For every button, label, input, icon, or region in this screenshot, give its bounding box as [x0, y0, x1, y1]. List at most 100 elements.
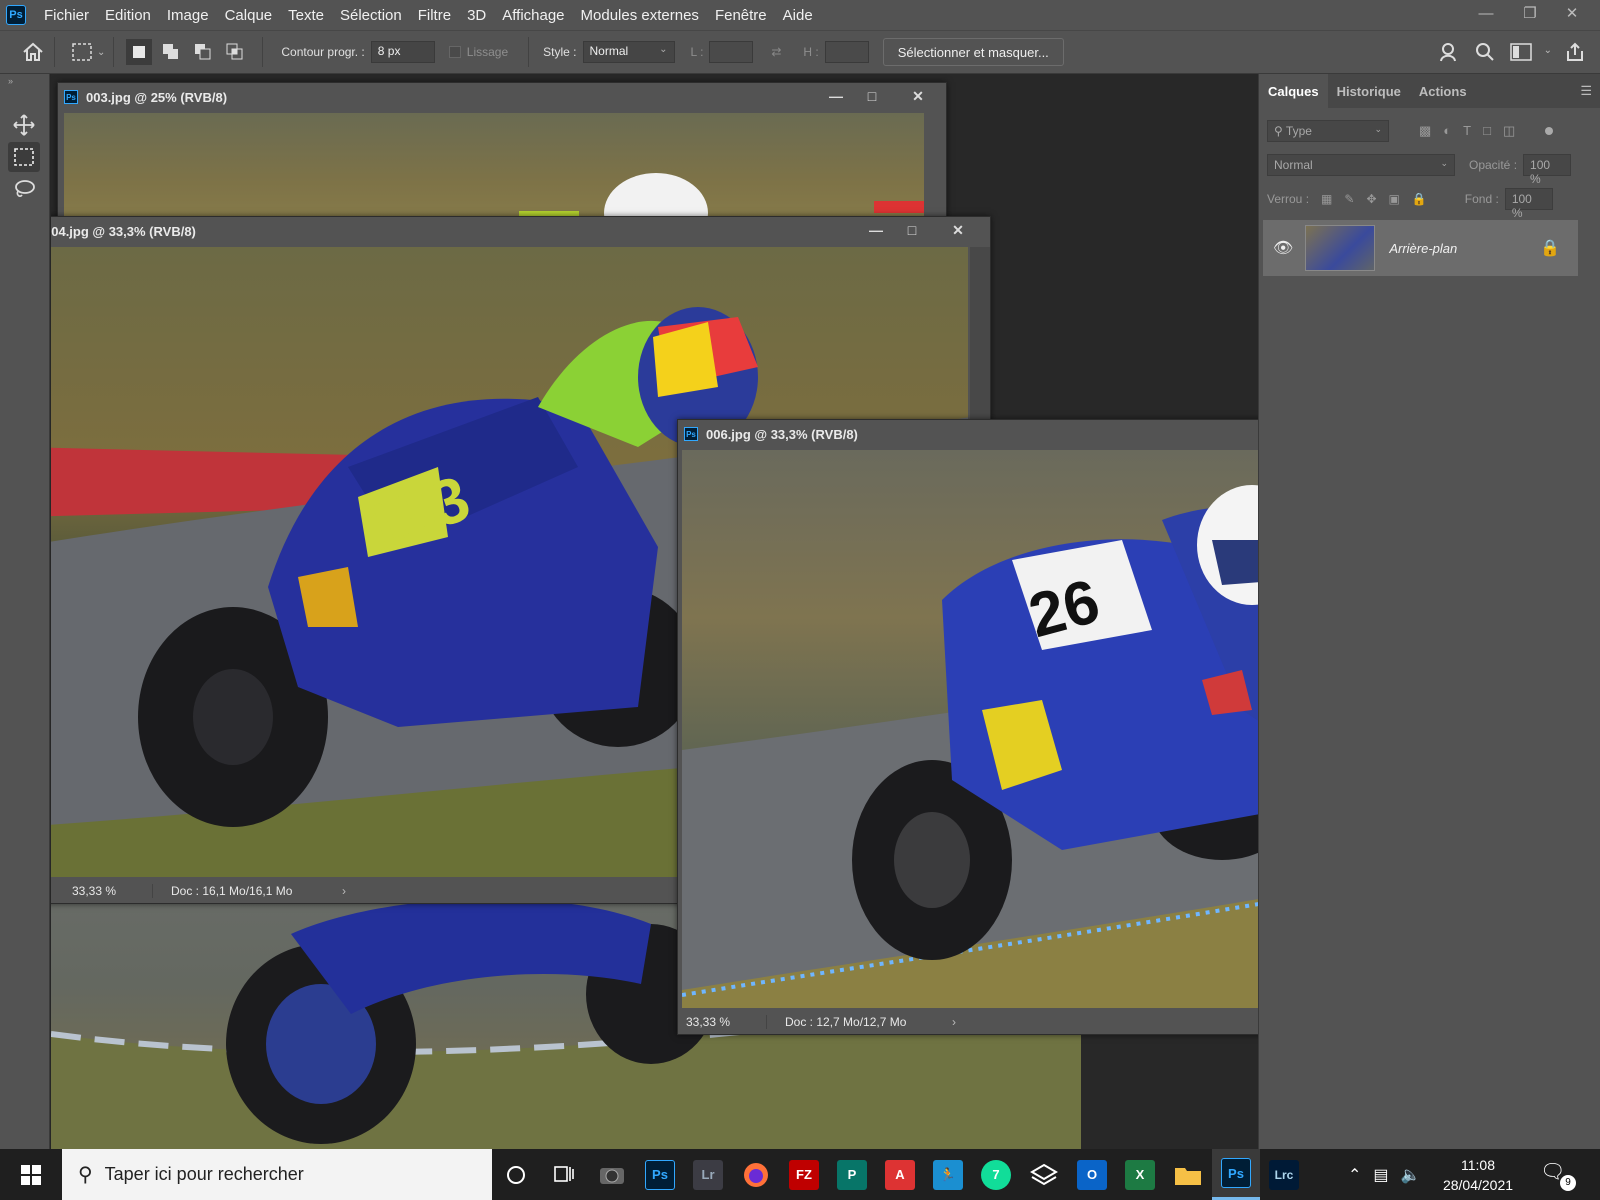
- lock-all-icon[interactable]: 🔒: [1412, 192, 1427, 206]
- intersect-selection-icon[interactable]: [222, 39, 248, 65]
- filter-toggle-icon[interactable]: [1545, 127, 1554, 135]
- learn-icon[interactable]: [1436, 39, 1462, 65]
- task-view-icon[interactable]: [540, 1149, 588, 1200]
- layer-filter-select[interactable]: ⚲ Type ⌄: [1267, 120, 1389, 142]
- taskbar-layers-app[interactable]: [1020, 1149, 1068, 1200]
- volume-icon[interactable]: 🔈: [1401, 1165, 1421, 1185]
- menu-image[interactable]: Image: [159, 7, 217, 24]
- zoom-level[interactable]: 33,33 %: [72, 884, 152, 898]
- home-icon[interactable]: [20, 39, 46, 65]
- restore-app-button[interactable]: ❐: [1510, 0, 1550, 26]
- document-titlebar[interactable]: Ps 004.jpg @ 33,3% (RVB/8) — □ ✕: [51, 217, 990, 245]
- clock[interactable]: 11:08 28/04/2021: [1436, 1155, 1520, 1195]
- panel-tabs: Calques Historique Actions ☰: [1259, 74, 1600, 108]
- close-app-button[interactable]: ✕: [1552, 0, 1592, 26]
- fill-input[interactable]: 100 %: [1504, 188, 1553, 220]
- menu-fichier[interactable]: Fichier: [36, 7, 97, 24]
- tab-calques[interactable]: Calques: [1259, 74, 1328, 108]
- type-filter-icon[interactable]: T: [1463, 123, 1471, 139]
- taskbar-acrobat[interactable]: A: [876, 1149, 924, 1200]
- menu-aide[interactable]: Aide: [775, 7, 821, 24]
- antialias-checkbox[interactable]: [448, 46, 461, 58]
- zoom-level[interactable]: 33,33 %: [686, 1015, 766, 1029]
- shape-filter-icon[interactable]: □: [1483, 123, 1491, 139]
- lasso-tool-icon[interactable]: [8, 174, 40, 204]
- tab-historique[interactable]: Historique: [1328, 74, 1410, 108]
- taskbar-figure-app[interactable]: 🏃: [924, 1149, 972, 1200]
- menu-affichage[interactable]: Affichage: [494, 7, 572, 24]
- menu-3d[interactable]: 3D: [459, 7, 494, 24]
- subtract-selection-icon[interactable]: [190, 39, 216, 65]
- taskbar-excel[interactable]: X: [1116, 1149, 1164, 1200]
- workspace-icon[interactable]: [1508, 39, 1534, 65]
- taskbar-publisher[interactable]: P: [828, 1149, 876, 1200]
- new-selection-icon[interactable]: [126, 39, 153, 65]
- taskbar-lightroom[interactable]: Lrc: [1260, 1149, 1308, 1200]
- menu-texte[interactable]: Texte: [280, 7, 332, 24]
- excel-icon: X: [1125, 1159, 1155, 1190]
- chevron-up-icon[interactable]: ⌃: [1348, 1165, 1361, 1185]
- maximize-button[interactable]: □: [894, 219, 930, 241]
- marquee-preset-icon[interactable]: [69, 39, 95, 65]
- canvas-006[interactable]: 26: [682, 450, 1258, 1008]
- blend-mode-select[interactable]: Normal ⌄: [1267, 154, 1455, 176]
- chevron-down-icon[interactable]: ⌄: [1544, 45, 1552, 65]
- feather-input[interactable]: 8 px: [370, 41, 435, 63]
- eye-icon[interactable]: 👁: [1273, 238, 1293, 258]
- maximize-button[interactable]: □: [854, 85, 890, 107]
- tab-actions[interactable]: Actions: [1410, 74, 1476, 108]
- cortana-icon[interactable]: [492, 1149, 540, 1200]
- minimize-button[interactable]: —: [858, 219, 894, 241]
- windows-start-icon[interactable]: [6, 1149, 56, 1200]
- menu-selection[interactable]: Sélection: [332, 7, 410, 24]
- outlook-icon: O: [1077, 1159, 1107, 1190]
- lock-artboard-icon[interactable]: ▣: [1389, 192, 1400, 206]
- document-titlebar[interactable]: Ps 006.jpg @ 33,3% (RVB/8) — □ ✕: [678, 420, 1258, 448]
- share-icon[interactable]: [1562, 39, 1588, 65]
- document-window-006[interactable]: Ps 006.jpg @ 33,3% (RVB/8) — □ ✕: [677, 419, 1258, 1035]
- add-selection-icon[interactable]: [158, 39, 184, 65]
- minimize-app-button[interactable]: —: [1466, 0, 1506, 26]
- menu-calque[interactable]: Calque: [217, 7, 281, 24]
- adjustment-filter-icon[interactable]: ◐: [1443, 123, 1451, 139]
- marquee-tool-icon[interactable]: [8, 142, 40, 172]
- pixel-filter-icon[interactable]: ▩: [1419, 123, 1431, 139]
- taskbar-firefox[interactable]: [732, 1149, 780, 1200]
- chevron-down-icon[interactable]: ⌄: [97, 47, 105, 58]
- taskbar-photoshop-active[interactable]: Ps: [1212, 1149, 1260, 1200]
- layer-row[interactable]: 👁 Arrière-plan 🔒: [1263, 220, 1578, 276]
- lock-position-icon[interactable]: ✥: [1366, 192, 1376, 206]
- taskbar-lightroom-classic[interactable]: Lr: [684, 1149, 732, 1200]
- menu-modules-externes[interactable]: Modules externes: [573, 7, 707, 24]
- chevron-right-icon[interactable]: ›: [952, 1015, 956, 1029]
- menu-edition[interactable]: Edition: [97, 7, 159, 24]
- notification-icon[interactable]: 🗨 9: [1540, 1159, 1576, 1191]
- taskbar-outlook[interactable]: O: [1068, 1149, 1116, 1200]
- doc-size-info: Doc : 16,1 Mo/16,1 Mo: [152, 884, 342, 898]
- taskbar-search-box[interactable]: ⚲ Taper ici pour rechercher: [62, 1149, 492, 1200]
- collapse-icon[interactable]: »: [8, 76, 13, 86]
- taskbar-filezilla[interactable]: FZ: [780, 1149, 828, 1200]
- network-icon[interactable]: ▤: [1373, 1165, 1388, 1185]
- opacity-input[interactable]: 100 %: [1523, 154, 1572, 186]
- style-select[interactable]: Normal ⌄: [582, 41, 675, 63]
- close-button[interactable]: ✕: [940, 219, 976, 241]
- panel-menu-icon[interactable]: ☰: [1580, 83, 1592, 99]
- lock-transparency-icon[interactable]: ▦: [1321, 192, 1332, 206]
- select-and-mask-button[interactable]: Sélectionner et masquer...: [882, 38, 1064, 66]
- search-icon[interactable]: [1472, 39, 1498, 65]
- taskbar-photoshop[interactable]: Ps: [636, 1149, 684, 1200]
- menu-fenetre[interactable]: Fenêtre: [707, 7, 775, 24]
- camera-app-icon[interactable]: [588, 1149, 636, 1200]
- close-button[interactable]: ✕: [900, 85, 936, 107]
- chevron-right-icon[interactable]: ›: [342, 884, 346, 898]
- layer-name[interactable]: Arrière-plan: [1389, 241, 1457, 256]
- smart-object-filter-icon[interactable]: ◫: [1503, 123, 1515, 139]
- minimize-button[interactable]: —: [818, 85, 854, 107]
- taskbar-explorer[interactable]: [1164, 1149, 1212, 1200]
- move-tool-icon[interactable]: [8, 110, 40, 140]
- document-titlebar[interactable]: Ps 003.jpg @ 25% (RVB/8) — □ ✕: [58, 83, 946, 111]
- menu-filtre[interactable]: Filtre: [410, 7, 459, 24]
- lock-pixels-icon[interactable]: ✎: [1344, 192, 1354, 206]
- taskbar-recorder[interactable]: 7: [972, 1149, 1020, 1200]
